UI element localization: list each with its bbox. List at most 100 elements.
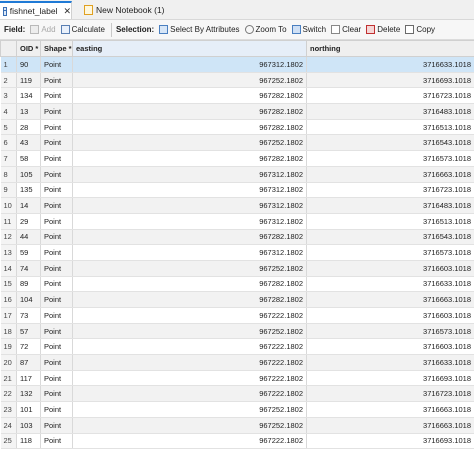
row-number-cell[interactable]: 20 <box>1 355 17 371</box>
easting-cell[interactable]: 967252.1802 <box>73 323 307 339</box>
tab-fishnet-label[interactable]: fishnet_label ✕ <box>0 1 72 19</box>
northing-cell[interactable]: 3716723.1018 <box>307 386 474 402</box>
northing-cell[interactable]: 3716603.1018 <box>307 308 474 324</box>
shape-cell[interactable]: Point <box>41 213 73 229</box>
shape-cell[interactable]: Point <box>41 182 73 198</box>
oid-cell[interactable]: 119 <box>17 72 41 88</box>
select-by-attributes-button[interactable]: Select By Attributes <box>159 25 239 34</box>
copy-button[interactable]: Copy <box>405 25 435 34</box>
row-number-cell[interactable]: 16 <box>1 292 17 308</box>
column-header-easting[interactable]: easting <box>73 41 307 57</box>
shape-cell[interactable]: Point <box>41 370 73 386</box>
table-row[interactable]: 1129Point967312.18023716513.1018 <box>1 213 474 229</box>
easting-cell[interactable]: 967312.1802 <box>73 213 307 229</box>
oid-cell[interactable]: 117 <box>17 370 41 386</box>
shape-cell[interactable]: Point <box>41 339 73 355</box>
easting-cell[interactable]: 967282.1802 <box>73 276 307 292</box>
calculate-field-button[interactable]: Calculate <box>61 25 105 34</box>
row-number-cell[interactable]: 18 <box>1 323 17 339</box>
shape-cell[interactable]: Point <box>41 166 73 182</box>
table-row[interactable]: 1359Point967312.18023716573.1018 <box>1 245 474 261</box>
row-number-cell[interactable]: 1 <box>1 57 17 73</box>
oid-cell[interactable]: 118 <box>17 433 41 449</box>
easting-cell[interactable]: 967222.1802 <box>73 339 307 355</box>
close-icon[interactable]: ✕ <box>63 6 71 17</box>
row-number-cell[interactable]: 15 <box>1 276 17 292</box>
row-number-cell[interactable]: 19 <box>1 339 17 355</box>
row-number-cell[interactable]: 24 <box>1 417 17 433</box>
northing-cell[interactable]: 3716633.1018 <box>307 355 474 371</box>
easting-cell[interactable]: 967222.1802 <box>73 308 307 324</box>
easting-cell[interactable]: 967282.1802 <box>73 104 307 120</box>
easting-cell[interactable]: 967252.1802 <box>73 402 307 418</box>
shape-cell[interactable]: Point <box>41 229 73 245</box>
easting-cell[interactable]: 967252.1802 <box>73 72 307 88</box>
shape-cell[interactable]: Point <box>41 402 73 418</box>
shape-cell[interactable]: Point <box>41 292 73 308</box>
table-row[interactable]: 1474Point967252.18023716603.1018 <box>1 260 474 276</box>
oid-cell[interactable]: 105 <box>17 166 41 182</box>
row-number-cell[interactable]: 9 <box>1 182 17 198</box>
easting-cell[interactable]: 967252.1802 <box>73 417 307 433</box>
northing-cell[interactable]: 3716663.1018 <box>307 417 474 433</box>
table-row[interactable]: 1014Point967312.18023716483.1018 <box>1 198 474 214</box>
shape-cell[interactable]: Point <box>41 355 73 371</box>
oid-cell[interactable]: 87 <box>17 355 41 371</box>
northing-cell[interactable]: 3716633.1018 <box>307 57 474 73</box>
shape-cell[interactable]: Point <box>41 104 73 120</box>
oid-cell[interactable]: 103 <box>17 417 41 433</box>
shape-cell[interactable]: Point <box>41 72 73 88</box>
table-row[interactable]: 528Point967282.18023716513.1018 <box>1 119 474 135</box>
table-row[interactable]: 24103Point967252.18023716663.1018 <box>1 417 474 433</box>
northing-cell[interactable]: 3716543.1018 <box>307 229 474 245</box>
northing-cell[interactable]: 3716483.1018 <box>307 198 474 214</box>
shape-cell[interactable]: Point <box>41 308 73 324</box>
easting-cell[interactable]: 967222.1802 <box>73 370 307 386</box>
table-row[interactable]: 1773Point967222.18023716603.1018 <box>1 308 474 324</box>
easting-cell[interactable]: 967222.1802 <box>73 355 307 371</box>
easting-cell[interactable]: 967312.1802 <box>73 182 307 198</box>
row-number-cell[interactable]: 12 <box>1 229 17 245</box>
oid-cell[interactable]: 101 <box>17 402 41 418</box>
shape-cell[interactable]: Point <box>41 276 73 292</box>
oid-cell[interactable]: 73 <box>17 308 41 324</box>
oid-cell[interactable]: 90 <box>17 57 41 73</box>
oid-cell[interactable]: 43 <box>17 135 41 151</box>
column-header-shape[interactable]: Shape * <box>41 41 73 57</box>
easting-cell[interactable]: 967252.1802 <box>73 135 307 151</box>
northing-cell[interactable]: 3716603.1018 <box>307 339 474 355</box>
table-row[interactable]: 1244Point967282.18023716543.1018 <box>1 229 474 245</box>
northing-cell[interactable]: 3716483.1018 <box>307 104 474 120</box>
oid-cell[interactable]: 74 <box>17 260 41 276</box>
northing-cell[interactable]: 3716513.1018 <box>307 213 474 229</box>
easting-cell[interactable]: 967282.1802 <box>73 151 307 167</box>
easting-cell[interactable]: 967312.1802 <box>73 57 307 73</box>
delete-button[interactable]: Delete <box>366 25 400 34</box>
add-field-button[interactable]: Add <box>30 25 55 34</box>
row-number-cell[interactable]: 3 <box>1 88 17 104</box>
oid-cell[interactable]: 72 <box>17 339 41 355</box>
northing-cell[interactable]: 3716573.1018 <box>307 323 474 339</box>
easting-cell[interactable]: 967282.1802 <box>73 229 307 245</box>
oid-cell[interactable]: 135 <box>17 182 41 198</box>
table-row[interactable]: 3134Point967282.18023716723.1018 <box>1 88 474 104</box>
shape-cell[interactable]: Point <box>41 417 73 433</box>
row-number-cell[interactable]: 22 <box>1 386 17 402</box>
row-number-cell[interactable]: 14 <box>1 260 17 276</box>
row-number-cell[interactable]: 5 <box>1 119 17 135</box>
table-row[interactable]: 758Point967282.18023716573.1018 <box>1 151 474 167</box>
row-number-cell[interactable]: 4 <box>1 104 17 120</box>
oid-cell[interactable]: 13 <box>17 104 41 120</box>
northing-cell[interactable]: 3716663.1018 <box>307 292 474 308</box>
row-number-cell[interactable]: 11 <box>1 213 17 229</box>
northing-cell[interactable]: 3716723.1018 <box>307 88 474 104</box>
row-number-header[interactable] <box>1 41 17 57</box>
table-row[interactable]: 2087Point967222.18023716633.1018 <box>1 355 474 371</box>
oid-cell[interactable]: 89 <box>17 276 41 292</box>
easting-cell[interactable]: 967222.1802 <box>73 433 307 449</box>
northing-cell[interactable]: 3716693.1018 <box>307 433 474 449</box>
oid-cell[interactable]: 28 <box>17 119 41 135</box>
row-number-cell[interactable]: 25 <box>1 433 17 449</box>
zoom-to-button[interactable]: Zoom To <box>245 25 287 34</box>
shape-cell[interactable]: Point <box>41 433 73 449</box>
